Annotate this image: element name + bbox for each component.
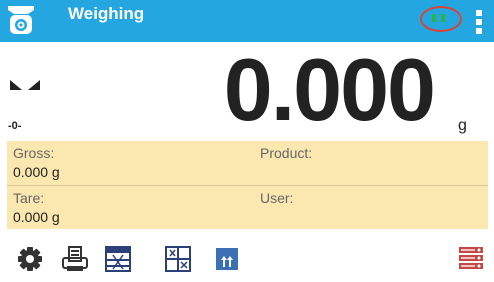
units-icon: [216, 248, 238, 270]
stable-indicator-icon: [10, 80, 40, 90]
print-button[interactable]: [60, 244, 90, 274]
kebab-menu-icon: [476, 10, 482, 34]
settings-icon: [18, 247, 42, 271]
weight-readout: 0.000: [223, 40, 436, 139]
database-button[interactable]: [456, 244, 486, 274]
database-icon: [459, 247, 483, 269]
zero-indicator: -0-: [8, 120, 22, 132]
scale-grid-icon: [105, 246, 131, 272]
tare-cell: Tare: 0.000 g: [7, 186, 247, 229]
scale-grid-alt-icon: [165, 246, 191, 272]
gross-label: Gross:: [13, 145, 55, 161]
level-indicator: [420, 6, 462, 32]
tare-value: 0.000 g: [13, 209, 60, 225]
user-label: User:: [260, 190, 294, 206]
user-cell[interactable]: User:: [254, 186, 494, 229]
weight-unit: g: [458, 117, 467, 134]
scale-grid-alt-button[interactable]: [163, 244, 193, 274]
print-icon: [62, 246, 88, 271]
home-scale-icon: [8, 6, 34, 34]
settings-button[interactable]: [15, 244, 45, 274]
scale-grid-button[interactable]: [103, 244, 133, 274]
page-title: Weighing: [68, 4, 145, 23]
title-bar: Weighing: [0, 0, 494, 42]
tare-label: Tare:: [13, 190, 45, 206]
gross-cell: Gross: 0.000 g: [7, 141, 247, 184]
level-bubble-icon: [432, 14, 445, 22]
product-label: Product:: [260, 145, 313, 161]
product-cell[interactable]: Product:: [254, 141, 494, 184]
units-button[interactable]: [212, 244, 242, 274]
info-panel: Gross: 0.000 g Product: Tare: 0.000 g Us…: [7, 141, 488, 229]
gross-value: 0.000 g: [13, 164, 60, 180]
menu-button[interactable]: [474, 8, 484, 36]
bottom-toolbar: [0, 237, 494, 282]
home-button[interactable]: [6, 4, 36, 36]
